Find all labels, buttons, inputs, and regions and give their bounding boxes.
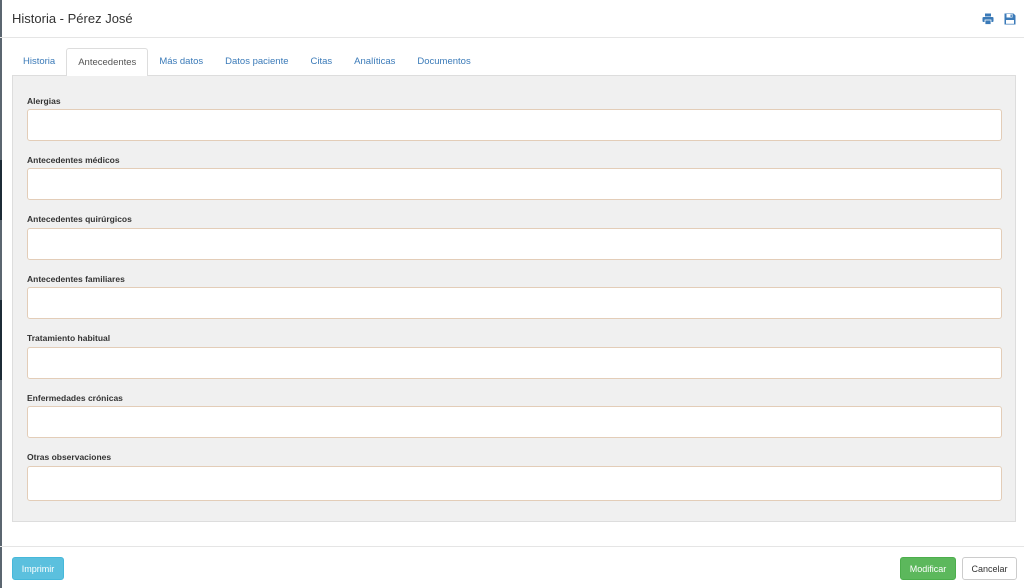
antecedentes-quirurgicos-input[interactable] <box>27 228 1002 260</box>
otras-observaciones-label: Otras observaciones <box>27 452 112 462</box>
tratamiento-habitual-label: Tratamiento habitual <box>27 333 111 343</box>
enfermedades-cronicas-label: Enfermedades crónicas <box>27 393 123 403</box>
header-actions <box>982 12 1016 25</box>
alergias-input[interactable] <box>27 109 1002 141</box>
antecedentes-familiares-label: Antecedentes familiares <box>27 274 125 284</box>
enfermedades-cronicas-input[interactable] <box>27 406 1002 438</box>
cancel-button[interactable]: Cancelar <box>962 557 1017 580</box>
tab-antecedentes[interactable]: Antecedentes <box>66 48 149 77</box>
tab-citas[interactable]: Citas <box>300 48 344 76</box>
tab-analiticas[interactable]: Analíticas <box>343 48 406 76</box>
modify-button[interactable]: Modificar <box>900 557 956 580</box>
antecedentes-quirurgicos-label: Antecedentes quirúrgicos <box>27 214 132 224</box>
alergias-label: Alergias <box>27 96 61 106</box>
modal-header: Historia - Pérez José <box>0 0 1024 38</box>
tab-datos-paciente[interactable]: Datos paciente <box>214 48 299 76</box>
antecedentes-medicos-input[interactable] <box>27 168 1002 200</box>
print-icon[interactable] <box>982 12 994 25</box>
tab-mas-datos[interactable]: Más datos <box>148 48 214 76</box>
antecedentes-panel: Alergias Antecedentes médicos Antecedent… <box>12 76 1016 522</box>
tratamiento-habitual-input[interactable] <box>27 347 1002 379</box>
tab-bar: Historia Antecedentes Más datos Datos pa… <box>12 48 1016 77</box>
modal-footer: Imprimir Modificar Cancelar <box>0 546 1024 588</box>
otras-observaciones-input[interactable] <box>27 466 1002 501</box>
save-icon[interactable] <box>1004 12 1016 25</box>
print-button[interactable]: Imprimir <box>12 557 64 580</box>
tab-historia[interactable]: Historia <box>12 48 66 76</box>
antecedentes-medicos-label: Antecedentes médicos <box>27 155 120 165</box>
tab-documentos[interactable]: Documentos <box>406 48 481 76</box>
patient-history-modal: Historia - Pérez José Historia Anteceden… <box>0 0 1024 588</box>
modal-title: Historia - Pérez José <box>12 11 133 26</box>
background-edge <box>0 0 2 588</box>
antecedentes-familiares-input[interactable] <box>27 287 1002 319</box>
